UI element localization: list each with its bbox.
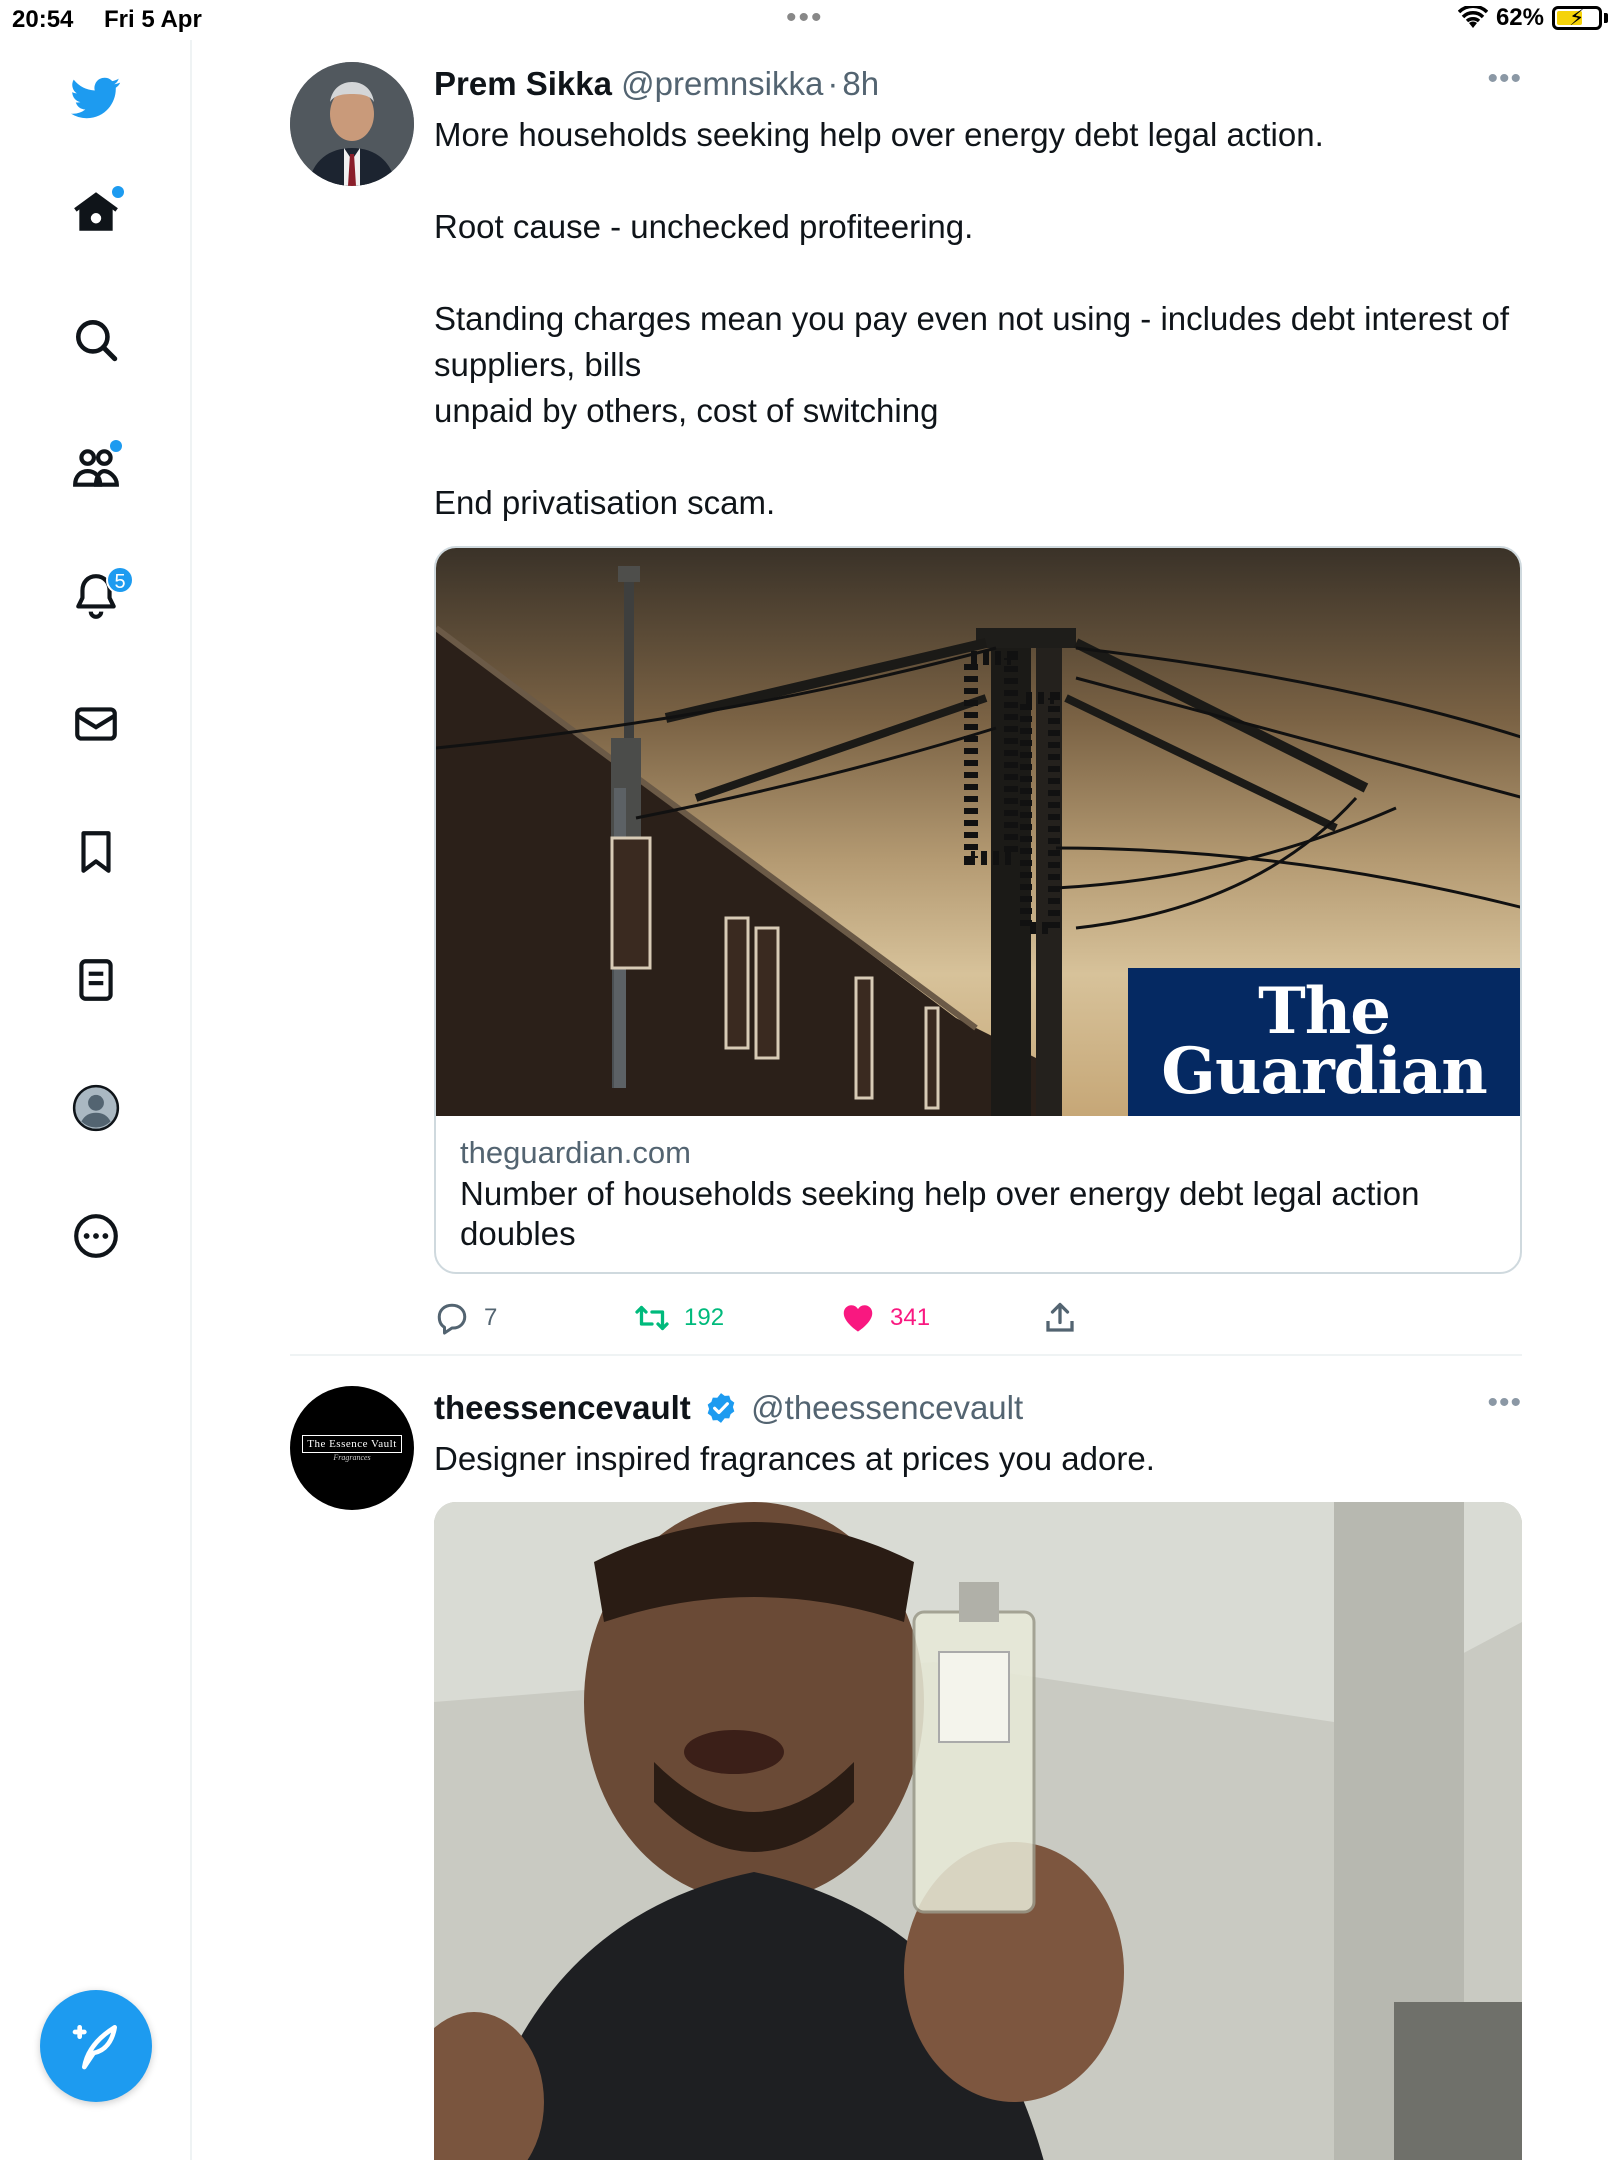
avatar-icon[interactable]: [66, 1078, 126, 1138]
essence-vault-logo-subtext: Fragrances: [333, 1452, 371, 1462]
like-button[interactable]: 341: [840, 1300, 930, 1336]
perfume-video-frame: [434, 1502, 1522, 2160]
link-domain: theguardian.com: [460, 1135, 691, 1170]
retweet-count: 192: [684, 1304, 725, 1331]
bookmark-icon[interactable]: [66, 822, 126, 882]
bell-icon[interactable]: 5: [66, 566, 134, 626]
guardian-logo-line1: The: [1258, 974, 1391, 1049]
share-icon: [1046, 1302, 1074, 1332]
tweet-body: theessencevault @theessencevault ••• Des…: [434, 1386, 1522, 2160]
reply-count: 7: [484, 1304, 498, 1331]
compose-button[interactable]: [40, 1990, 152, 2102]
tweet-header: theessencevault @theessencevault: [434, 1386, 1522, 1430]
avatar[interactable]: [290, 62, 414, 186]
link-card[interactable]: The Guardian theguardian.com Number of h…: [434, 546, 1522, 1274]
search-icon[interactable]: [66, 310, 126, 370]
handle[interactable]: @premnsikka: [621, 65, 823, 102]
twitter-ipad-screen: 20:54 Fri 5 Apr ••• 62% ⚡ 5 Prem Sikka @…: [0, 0, 1620, 2160]
home-new-dot: [112, 186, 124, 198]
timeline-feed: Prem Sikka @premnsikka · 8h ••• More house…: [192, 0, 1620, 2160]
essence-vault-logo-text: The Essence Vault: [302, 1434, 402, 1453]
list-icon[interactable]: [66, 950, 126, 1010]
guardian-logo: The Guardian: [1128, 968, 1520, 1116]
sidebar-nav: 5: [0, 40, 192, 2160]
retweet-button[interactable]: 192: [634, 1300, 724, 1336]
heart-filled-icon: [843, 1305, 873, 1332]
tweet-body: Prem Sikka @premnsikka · 8h ••• More house…: [434, 62, 1522, 1360]
time-separator: ·: [827, 65, 839, 102]
tweet-time[interactable]: 8h: [842, 65, 879, 102]
prem-sikka-avatar-photo: [290, 62, 414, 186]
status-time: 20:54: [12, 6, 74, 33]
display-name[interactable]: theessencevault: [434, 1389, 691, 1426]
more-options-icon[interactable]: •••: [1487, 1386, 1522, 1420]
more-options-icon[interactable]: •••: [1487, 62, 1522, 96]
notification-count-badge: 5: [106, 566, 134, 594]
like-count: 341: [890, 1304, 931, 1331]
guardian-logo-line2: Guardian: [1161, 1034, 1487, 1109]
link-meta: theguardian.com Number of households see…: [436, 1116, 1520, 1272]
tweet-header: Prem Sikka @premnsikka · 8h: [434, 62, 1522, 106]
link-card-image: The Guardian: [436, 548, 1520, 1116]
tweet-text: More households seeking help over energy…: [434, 116, 1510, 521]
link-title: Number of households seeking help over e…: [460, 1175, 1420, 1252]
communities-new-dot: [110, 440, 122, 452]
promoted-video[interactable]: [434, 1502, 1522, 2160]
avatar[interactable]: The Essence Vault Fragrances: [290, 1386, 414, 1510]
reply-button[interactable]: 7: [434, 1300, 497, 1336]
reply-icon: [437, 1303, 467, 1335]
status-date: Fri 5 Apr: [104, 6, 202, 33]
tweet-actions: 7 192 341: [434, 1280, 1522, 1360]
twitter-bird-icon[interactable]: [66, 68, 126, 128]
tweet-text: Designer inspired fragrances at prices y…: [434, 1440, 1155, 1477]
verified-badge-icon: [707, 1393, 735, 1423]
retweet-icon: [635, 1305, 669, 1331]
handle[interactable]: @theessencevault: [751, 1389, 1023, 1426]
compose-feather-icon: [72, 2025, 117, 2070]
communities-icon[interactable]: [66, 438, 126, 498]
display-name[interactable]: Prem Sikka: [434, 65, 612, 102]
share-button[interactable]: [1042, 1300, 1078, 1336]
mail-icon[interactable]: [66, 694, 126, 754]
tweet-divider: [290, 1354, 1522, 1356]
home-icon[interactable]: [66, 182, 126, 242]
more-circle-icon[interactable]: [66, 1206, 126, 1266]
